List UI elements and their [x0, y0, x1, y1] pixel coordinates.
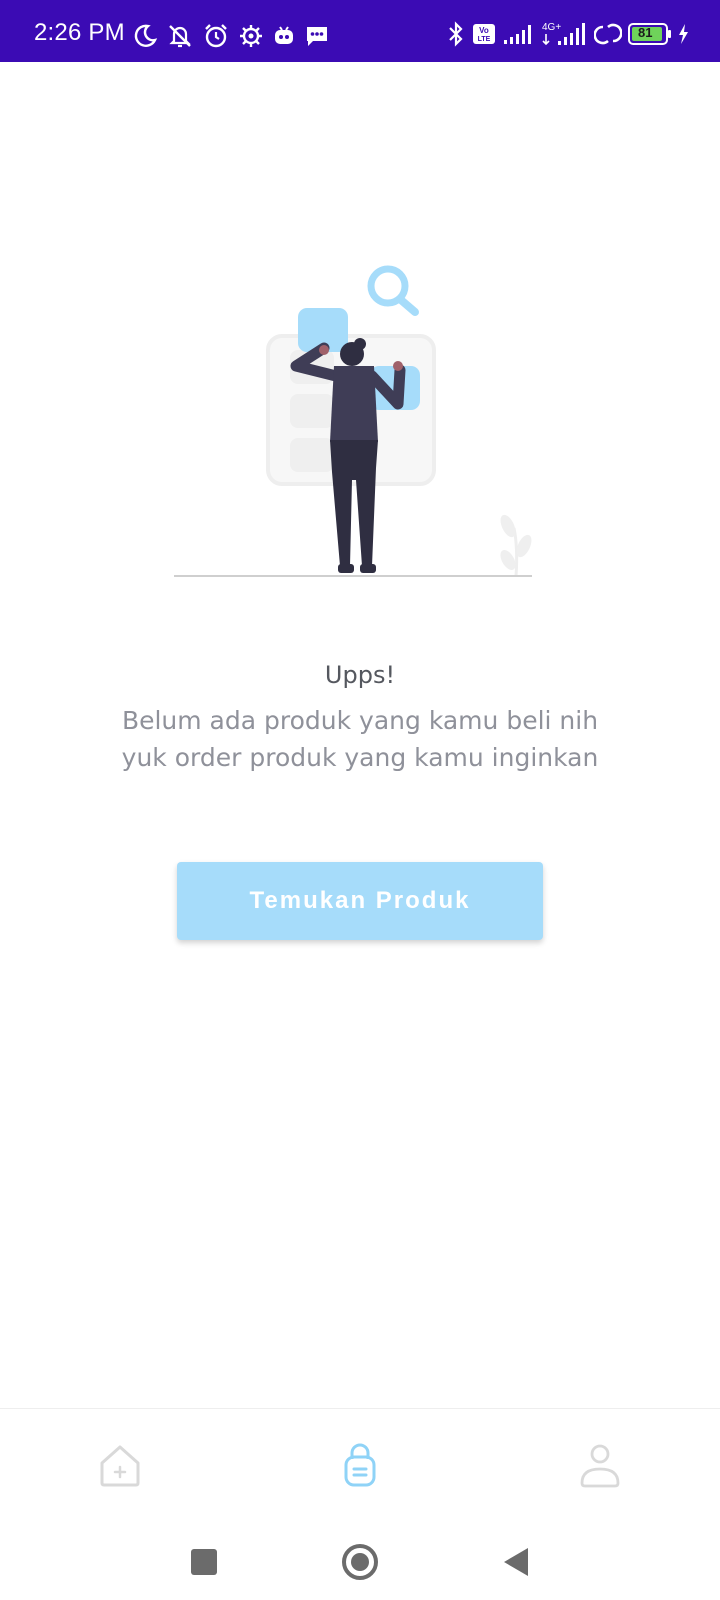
recent-apps-button[interactable] [178, 1536, 230, 1588]
user-icon [580, 1444, 620, 1488]
home-add-icon [100, 1445, 140, 1487]
find-products-button[interactable]: Temukan Produk [177, 862, 543, 940]
status-time: 2:26 PM [34, 19, 125, 46]
moon-icon [134, 24, 158, 47]
empty-state-message-line1: Belum ada produk yang kamu beli nih [121, 706, 599, 735]
svg-text:LTE: LTE [478, 36, 491, 43]
status-icons-right: Vo LTE 4G+ 81 [446, 18, 690, 50]
plant-decoration [500, 514, 532, 577]
nav-item-home[interactable] [92, 1437, 148, 1493]
woman-browsing-products-illustration [174, 265, 532, 577]
status-icons-left [132, 20, 330, 52]
gear-icon [240, 25, 262, 47]
robot-icon [275, 26, 293, 44]
system-back-button[interactable] [490, 1536, 542, 1588]
hotspot-icon [594, 23, 622, 45]
magnifier-icon [367, 265, 419, 316]
shopping-bag-icon [344, 1443, 376, 1487]
home-circle-icon [342, 1544, 378, 1580]
system-navigation-bar [0, 1524, 720, 1600]
bluetooth-icon [449, 21, 463, 47]
volte-icon: Vo LTE [473, 24, 495, 44]
message-icon [307, 27, 327, 46]
recent-apps-icon [191, 1549, 217, 1575]
nav-item-orders[interactable] [332, 1437, 388, 1493]
empty-state-message: Belum ada produk yang kamu beli nih yuk … [60, 702, 660, 776]
battery-icon: 81 [628, 23, 671, 45]
svg-text:Vo: Vo [479, 26, 489, 35]
alarm-icon [205, 24, 227, 48]
charging-icon [679, 24, 688, 44]
status-bar: 2:26 PM Vo LTE 4G+ 81 [0, 0, 720, 62]
battery-level: 81 [638, 25, 653, 40]
signal-4g-icon: 4G+ [542, 22, 585, 46]
bottom-navigation [0, 1408, 720, 1525]
system-home-button[interactable] [334, 1536, 386, 1588]
empty-state-message-line2: yuk order produk yang kamu inginkan [121, 743, 599, 772]
bell-off-icon [169, 25, 191, 48]
signal-icon [504, 25, 531, 44]
back-triangle-icon [504, 1548, 528, 1576]
empty-state-title: Upps! [324, 661, 396, 689]
nav-item-profile[interactable] [572, 1437, 628, 1493]
svg-text:4G+: 4G+ [542, 22, 561, 33]
